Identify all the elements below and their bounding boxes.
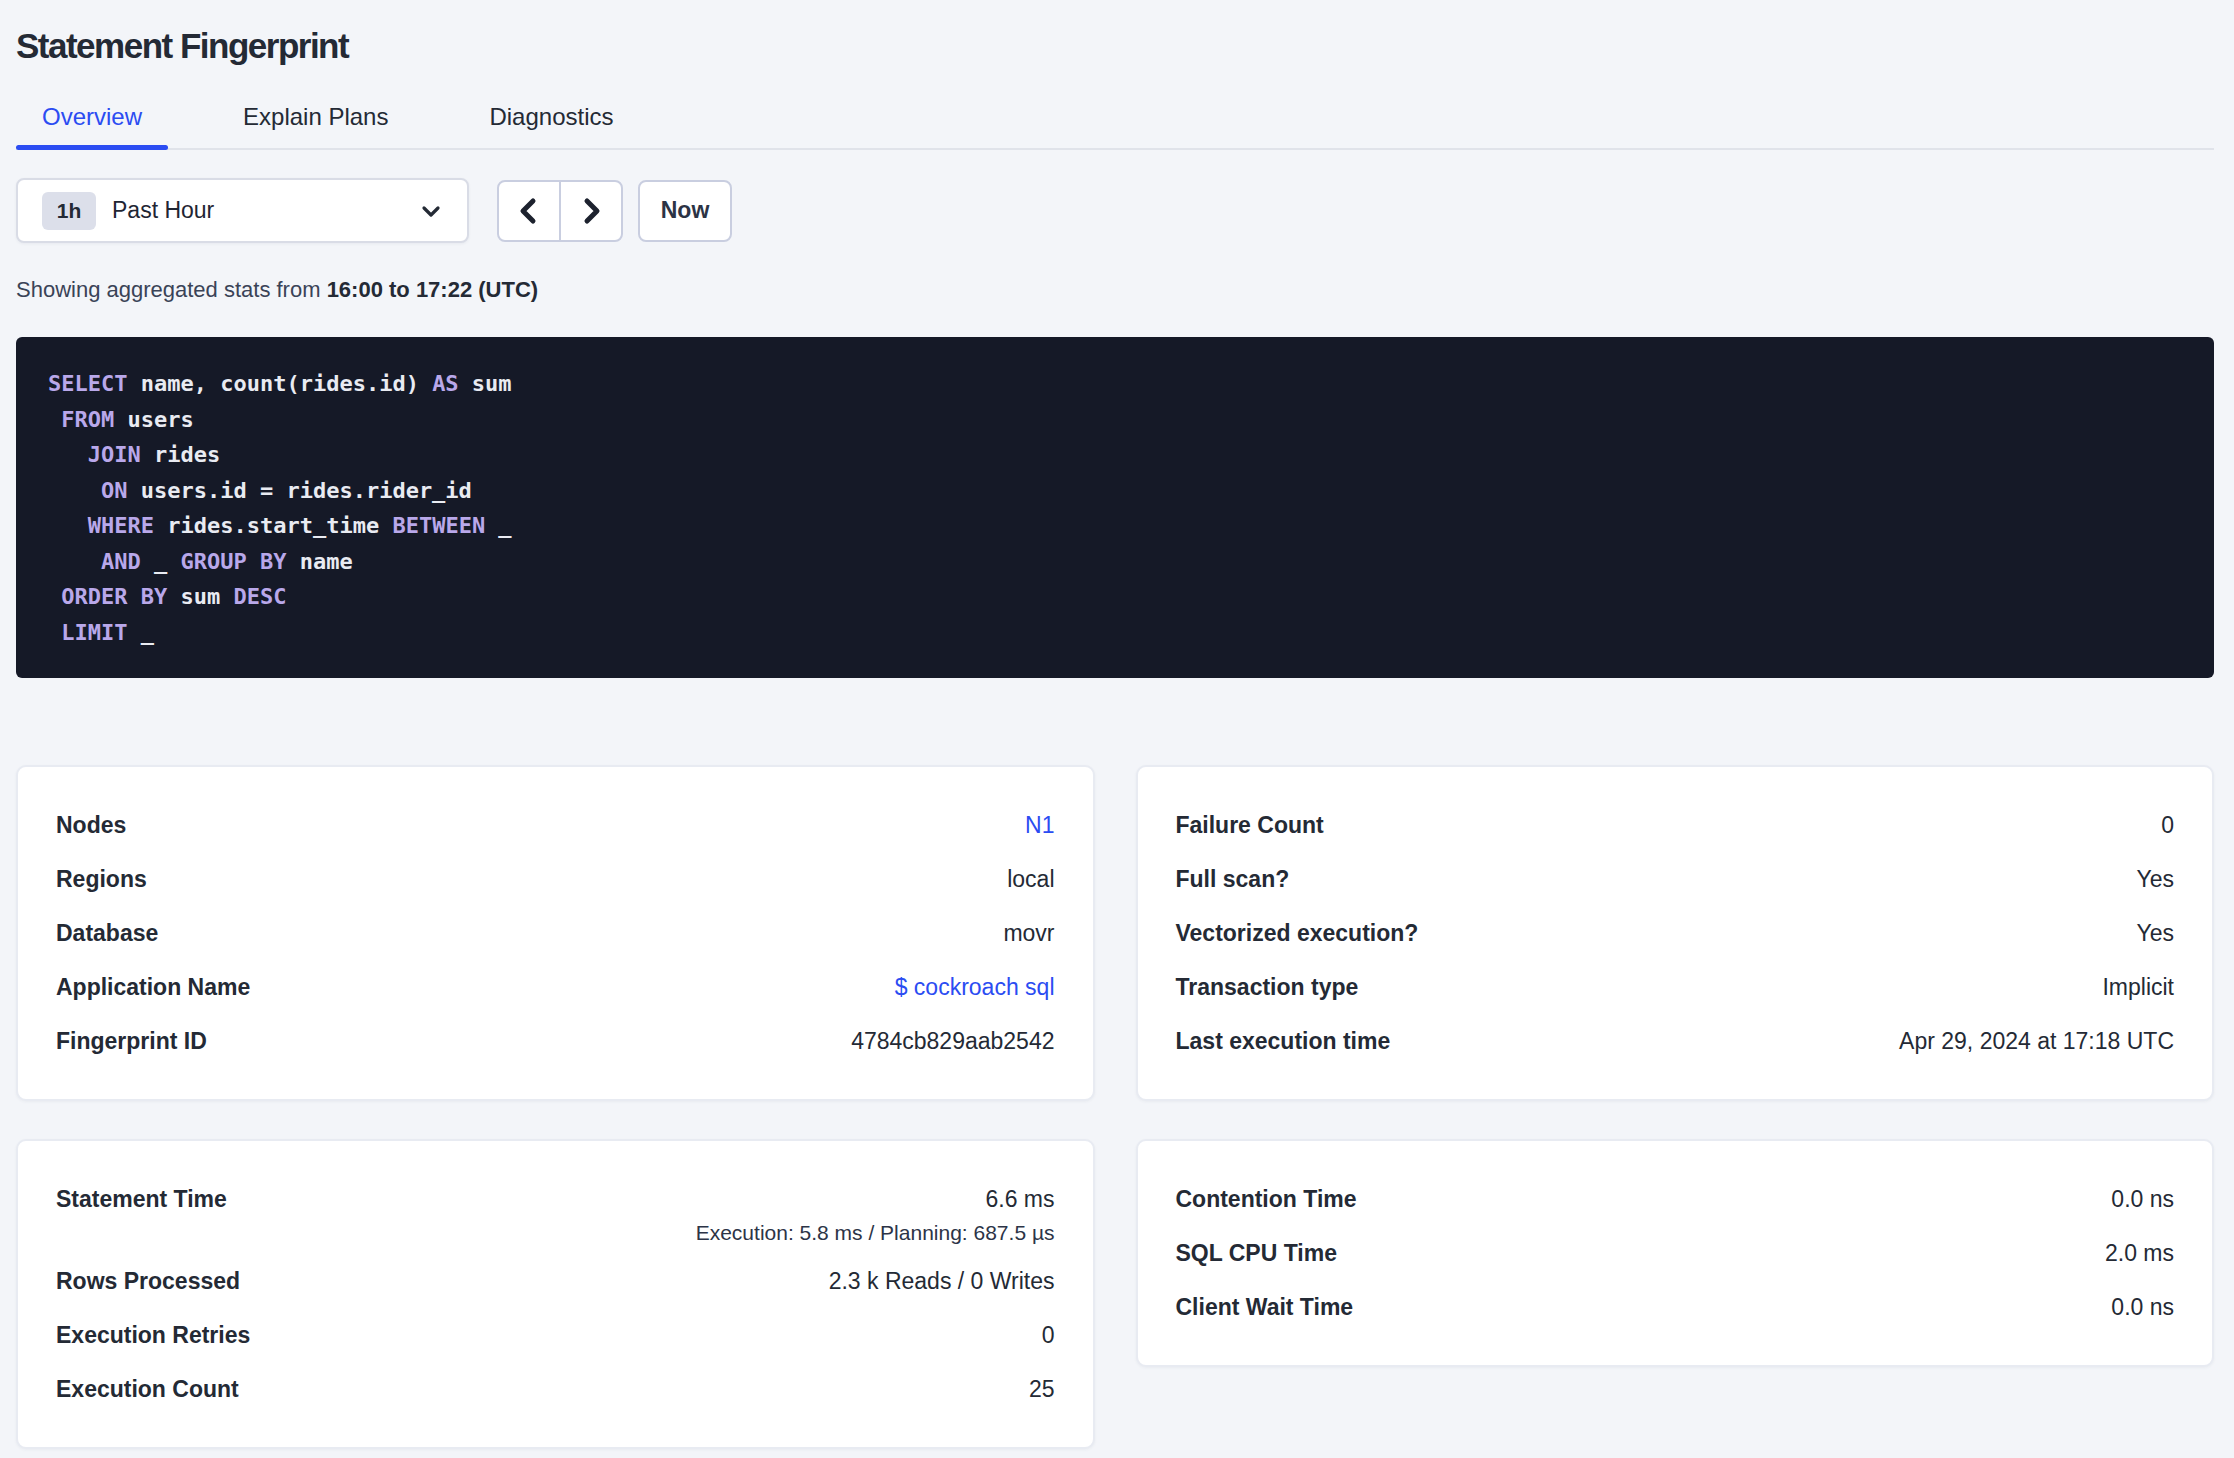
- summary-row-label: Transaction type: [1176, 971, 1359, 1003]
- chevron-left-icon: [512, 194, 546, 228]
- summary-row: SQL CPU Time 2.0 ms: [1176, 1237, 2175, 1269]
- summary-row-value: 2.0 ms: [2105, 1237, 2174, 1269]
- sql-line: SELECT name, count(rides.id) AS sum: [48, 366, 2182, 402]
- summary-row: Regions local: [56, 863, 1055, 895]
- summary-row-label: Failure Count: [1176, 809, 1324, 841]
- time-range-label: Past Hour: [112, 197, 214, 224]
- summary-row-subvalue: Execution: 5.8 ms / Planning: 687.5 µs: [696, 1218, 1055, 1248]
- sql-line: LIMIT _: [48, 615, 2182, 651]
- sql-line: ORDER BY sum DESC: [48, 579, 2182, 615]
- summary-row-value-link[interactable]: $ cockroach sql: [895, 971, 1055, 1003]
- sql-statement: SELECT name, count(rides.id) AS sum FROM…: [16, 337, 2214, 678]
- summary-row-value: 25: [1029, 1373, 1055, 1405]
- summary-row-label: Last execution time: [1176, 1025, 1391, 1057]
- summary-row-label: Execution Retries: [56, 1319, 250, 1351]
- summary-row-value: Yes: [2136, 917, 2174, 949]
- summary-row: Execution Retries 0: [56, 1319, 1055, 1351]
- sql-line: WHERE rides.start_time BETWEEN _: [48, 508, 2182, 544]
- summary-row-value: Implicit: [2102, 971, 2174, 1003]
- summary-row: Transaction type Implicit: [1176, 971, 2175, 1003]
- tab-overview[interactable]: Overview: [16, 102, 168, 148]
- sql-line: AND _ GROUP BY name: [48, 544, 2182, 580]
- summary-row-value: 6.6 msExecution: 5.8 ms / Planning: 687.…: [696, 1183, 1055, 1248]
- statement-details-card: Nodes N1 Regions local Database movr Applicati…: [16, 765, 1095, 1101]
- summary-row: Statement Time 6.6 msExecution: 5.8 ms / …: [56, 1183, 1055, 1248]
- summary-row-label: Vectorized execution?: [1176, 917, 1419, 949]
- summary-row-value: Yes: [2136, 863, 2174, 895]
- summary-row: Fingerprint ID 4784cb829aab2542: [56, 1025, 1055, 1057]
- summary-row: Last execution time Apr 29, 2024 at 17:18…: [1176, 1025, 2175, 1057]
- summary-row: Failure Count 0: [1176, 809, 2175, 841]
- sql-line: FROM users: [48, 402, 2182, 438]
- summary-row-label: SQL CPU Time: [1176, 1237, 1337, 1269]
- summary-row: Contention Time 0.0 ns: [1176, 1183, 2175, 1215]
- execution-attributes-card: Failure Count0Full scan?YesVectorized ex…: [1136, 765, 2215, 1101]
- previous-interval-button[interactable]: [499, 182, 559, 240]
- summary-row-value-link[interactable]: N1: [1025, 809, 1054, 841]
- summary-row-label: Nodes: [56, 809, 126, 841]
- summary-row: Execution Count 25: [56, 1373, 1055, 1405]
- summary-row: Full scan? Yes: [1176, 863, 2175, 895]
- summary-row-value: 2.3 k Reads / 0 Writes: [829, 1265, 1055, 1297]
- now-button[interactable]: Now: [638, 180, 732, 242]
- summary-row-value: 0.0 ns: [2111, 1291, 2174, 1323]
- time-range-badge: 1h: [42, 192, 96, 230]
- sql-line: ON users.id = rides.rider_id: [48, 473, 2182, 509]
- summary-row-value: 4784cb829aab2542: [851, 1025, 1054, 1057]
- summary-row-label: Full scan?: [1176, 863, 1290, 895]
- summary-row: Database movr: [56, 917, 1055, 949]
- summary-row: Application Name $ cockroach sql: [56, 971, 1055, 1003]
- summary-row-label: Fingerprint ID: [56, 1025, 207, 1057]
- summary-row: Nodes N1: [56, 809, 1055, 841]
- summary-cards: Nodes N1 Regions local Database movr Applicati…: [16, 765, 2214, 1449]
- time-range-dropdown[interactable]: 1h Past Hour: [16, 178, 469, 243]
- summary-row: Client Wait Time 0.0 ns: [1176, 1291, 2175, 1323]
- tab-explain-plans[interactable]: Explain Plans: [217, 102, 414, 148]
- summary-row-label: Execution Count: [56, 1373, 239, 1405]
- summary-row-value: 0: [2161, 809, 2174, 841]
- time-controls: 1h Past Hour Now: [16, 178, 2214, 243]
- summary-row-value: local: [1007, 863, 1054, 895]
- sql-line: JOIN rides: [48, 437, 2182, 473]
- summary-row-label: Regions: [56, 863, 147, 895]
- aggregated-stats-range: 16:00 to 17:22 (UTC): [327, 277, 539, 302]
- summary-row-value: 0.0 ns: [2111, 1183, 2174, 1215]
- aggregated-stats-caption: Showing aggregated stats from 16:00 to 1…: [16, 277, 2214, 303]
- statement-fingerprint-page: Statement Fingerprint Overview Explain Pl…: [0, 0, 2234, 1449]
- statement-times-card: Statement Time 6.6 msExecution: 5.8 ms / …: [16, 1139, 1095, 1449]
- tab-diagnostics[interactable]: Diagnostics: [463, 102, 639, 148]
- time-step-buttons: [497, 180, 623, 242]
- wait-times-card: Contention Time 0.0 ns SQL CPU Time 2.0 ms C…: [1136, 1139, 2215, 1367]
- summary-row: Vectorized execution? Yes: [1176, 917, 2175, 949]
- tab-bar: Overview Explain Plans Diagnostics: [16, 102, 2214, 150]
- summary-row-label: Contention Time: [1176, 1183, 1357, 1215]
- aggregated-stats-prefix: Showing aggregated stats from: [16, 277, 327, 302]
- chevron-down-icon: [417, 197, 445, 225]
- summary-row-label: Database: [56, 917, 158, 949]
- summary-row-value: movr: [1003, 917, 1054, 949]
- summary-row-label: Application Name: [56, 971, 250, 1003]
- page-title: Statement Fingerprint: [16, 26, 2214, 66]
- summary-row-value: 0: [1042, 1319, 1055, 1351]
- summary-row: Rows Processed 2.3 k Reads / 0 Writes: [56, 1265, 1055, 1297]
- next-interval-button[interactable]: [559, 182, 621, 240]
- summary-row-label: Statement Time: [56, 1183, 227, 1215]
- summary-row-label: Rows Processed: [56, 1265, 240, 1297]
- chevron-right-icon: [574, 194, 608, 228]
- summary-row-value: Apr 29, 2024 at 17:18 UTC: [1899, 1025, 2174, 1057]
- summary-row-label: Client Wait Time: [1176, 1291, 1354, 1323]
